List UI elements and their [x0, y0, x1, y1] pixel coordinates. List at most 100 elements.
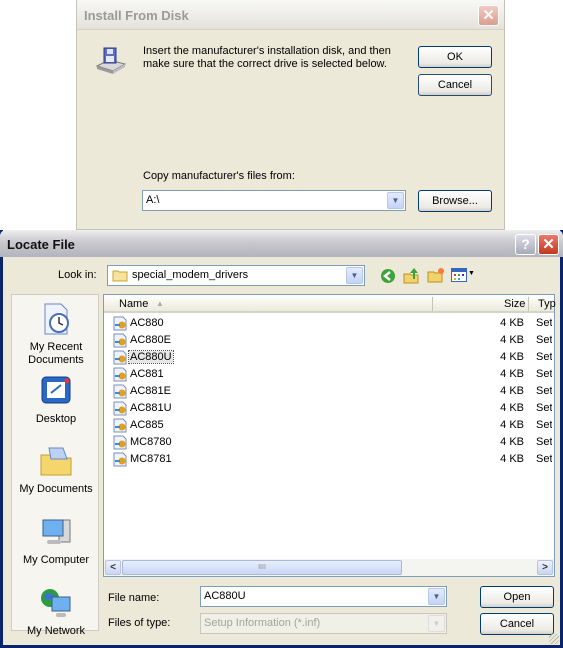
- browse-button[interactable]: Browse...: [418, 190, 492, 212]
- open-button[interactable]: Open: [480, 586, 554, 608]
- file-size: 4 KB: [500, 334, 524, 346]
- views-menu-button[interactable]: ▼: [451, 268, 475, 283]
- file-row[interactable]: MC8781 4 KB Setup Information: [112, 451, 552, 468]
- chevron-down-icon[interactable]: ▼: [387, 192, 404, 209]
- file-type: Setup Information: [536, 453, 552, 465]
- file-type: Setup Information: [536, 351, 552, 363]
- my-computer-icon: [42, 519, 71, 544]
- locate-dialog-title: Locate File: [7, 237, 75, 252]
- setup-information-file-icon: [113, 452, 127, 467]
- file-name: AC880: [130, 317, 164, 329]
- floppy-drive-icon: [95, 47, 127, 74]
- up-folder-icon[interactable]: [403, 266, 420, 284]
- file-size: 4 KB: [500, 351, 524, 363]
- scroll-left-button[interactable]: <: [105, 560, 121, 575]
- column-header-name[interactable]: Name: [119, 298, 148, 310]
- place-my-network[interactable]: My Network: [12, 587, 100, 638]
- scroll-thumb[interactable]: IIII: [122, 560, 402, 575]
- file-row[interactable]: AC885 4 KB Setup Information: [112, 417, 552, 434]
- setup-information-file-icon: [113, 367, 127, 382]
- place-my-recent-documents[interactable]: My Recent Documents: [12, 303, 100, 367]
- resize-grip[interactable]: [549, 634, 559, 644]
- sort-ascending-icon: ▲: [156, 299, 164, 308]
- look-in-combobox[interactable]: special_modem_drivers ▼: [107, 265, 365, 286]
- locate-file-dialog: Locate File ? ✕ Look in: special_modem_d…: [0, 230, 563, 648]
- place-label: My Recent Documents: [28, 341, 84, 366]
- setup-information-file-icon: [113, 384, 127, 399]
- my-documents-icon: [40, 447, 72, 476]
- file-row[interactable]: AC880U 4 KB Setup Information: [112, 349, 552, 366]
- file-type: Setup Information: [536, 334, 552, 346]
- file-row[interactable]: AC881 4 KB Setup Information: [112, 366, 552, 383]
- folder-icon: [112, 270, 128, 282]
- files-of-type-combobox: Setup Information (*.inf) ▼: [200, 613, 447, 634]
- file-type: Setup Information: [536, 317, 552, 329]
- column-divider[interactable]: [432, 297, 433, 311]
- file-name: AC881: [130, 368, 164, 380]
- place-label: My Network: [26, 625, 86, 637]
- place-desktop[interactable]: Desktop: [12, 375, 100, 426]
- file-row[interactable]: MC8780 4 KB Setup Information: [112, 434, 552, 451]
- place-label: Desktop: [35, 413, 77, 425]
- recent-documents-icon: [44, 303, 69, 335]
- setup-information-file-icon: [113, 316, 127, 331]
- file-row[interactable]: AC881U 4 KB Setup Information: [112, 400, 552, 417]
- place-label: My Computer: [22, 554, 90, 566]
- help-button[interactable]: ?: [515, 234, 536, 255]
- file-name: MC8781: [130, 453, 172, 465]
- file-size: 4 KB: [500, 436, 524, 448]
- file-type: Setup Information: [536, 385, 552, 397]
- column-divider[interactable]: [528, 297, 529, 311]
- file-name: MC8780: [130, 436, 172, 448]
- ok-button[interactable]: OK: [418, 46, 492, 68]
- horizontal-scrollbar[interactable]: < IIII >: [104, 559, 554, 576]
- file-row[interactable]: AC881E 4 KB Setup Information: [112, 383, 552, 400]
- file-size: 4 KB: [500, 453, 524, 465]
- file-name: AC880E: [130, 334, 171, 346]
- file-type: Setup Information: [536, 402, 552, 414]
- desktop-icon: [41, 376, 71, 404]
- file-name: AC881U: [130, 402, 172, 414]
- look-in-value: special_modem_drivers: [132, 269, 249, 281]
- install-from-disk-dialog: Install From Disk ✕ Insert the manufactu…: [76, 0, 505, 230]
- locate-dialog-close-button[interactable]: ✕: [538, 234, 559, 255]
- setup-information-file-icon: [113, 418, 127, 433]
- column-header-type[interactable]: Typ: [538, 298, 556, 310]
- chevron-down-icon[interactable]: ▼: [428, 588, 445, 605]
- file-name-value: AC880U: [204, 590, 246, 602]
- place-my-documents[interactable]: My Documents: [12, 445, 100, 496]
- file-size: 4 KB: [500, 419, 524, 431]
- file-size: 4 KB: [500, 402, 524, 414]
- install-cancel-button[interactable]: Cancel: [418, 74, 492, 96]
- install-dialog-close-button[interactable]: ✕: [478, 5, 499, 26]
- new-folder-icon[interactable]: [427, 267, 445, 283]
- place-my-computer[interactable]: My Computer: [12, 516, 100, 567]
- copy-from-value: A:\: [146, 194, 160, 206]
- file-type: Setup Information: [536, 436, 552, 448]
- file-row[interactable]: AC880E 4 KB Setup Information: [112, 332, 552, 349]
- chevron-down-icon: ▼: [428, 615, 445, 632]
- look-in-label: Look in:: [58, 269, 97, 281]
- chevron-down-icon[interactable]: ▼: [346, 267, 363, 284]
- locate-dialog-titlebar[interactable]: Locate File ? ✕: [0, 230, 563, 257]
- file-type: Setup Information: [536, 368, 552, 380]
- locate-cancel-button[interactable]: Cancel: [480, 613, 554, 635]
- copy-from-label: Copy manufacturer's files from:: [143, 170, 295, 182]
- file-list[interactable]: Name ▲ Size Typ AC880 4 KB Setup Informati…: [103, 294, 556, 577]
- file-row[interactable]: AC880 4 KB Setup Information: [112, 315, 552, 332]
- scroll-right-button[interactable]: >: [537, 560, 553, 575]
- copy-from-combobox[interactable]: A:\ ▼: [142, 190, 406, 211]
- file-size: 4 KB: [500, 317, 524, 329]
- install-dialog-titlebar[interactable]: Install From Disk ✕: [77, 0, 504, 30]
- place-label: My Documents: [19, 483, 93, 495]
- install-instructions: Insert the manufacturer's installation d…: [143, 45, 391, 70]
- column-header-size[interactable]: Size: [504, 298, 525, 310]
- back-icon[interactable]: [380, 268, 396, 284]
- file-size: 4 KB: [500, 385, 524, 397]
- file-name-label: File name:: [108, 592, 160, 604]
- views-icon: [451, 268, 467, 282]
- file-size: 4 KB: [500, 368, 524, 380]
- files-of-type-label: Files of type:: [108, 617, 171, 629]
- setup-information-file-icon: [113, 401, 127, 416]
- file-name-combobox[interactable]: AC880U ▼: [200, 586, 447, 607]
